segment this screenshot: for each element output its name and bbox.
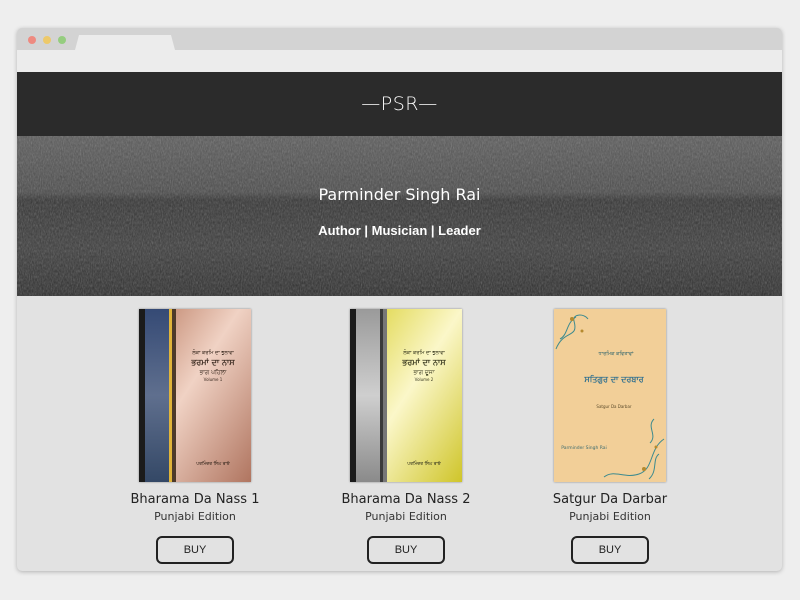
svg-text:ਧਾਰਮਿਕ ਕਵਿਤਾਵਾਂ: ਧਾਰਮਿਕ ਕਵਿਤਾਵਾਂ bbox=[598, 350, 634, 357]
svg-text:ਭਰਮਾਂ ਦਾ ਨਾਸ: ਭਰਮਾਂ ਦਾ ਨਾਸ bbox=[401, 358, 446, 367]
book-grid: ਲੋਕਾ ਕਰਮਿ ਦਾ ਭੁਲਾਵਾ ਭਰਮਾਂ ਦਾ ਨਾਸ ਭਾਗ ਪਹਿ… bbox=[17, 296, 782, 571]
book-card-3: ਧਾਰਮਿਕ ਕਵਿਤਾਵਾਂ ਸਤਿਗੁਰ ਦਾ ਦਰਬਾਰ Satgur D… bbox=[510, 309, 710, 564]
buy-button[interactable]: BUY bbox=[571, 536, 649, 564]
book-card-1: ਲੋਕਾ ਕਰਮਿ ਦਾ ਭੁਲਾਵਾ ਭਰਮਾਂ ਦਾ ਨਾਸ ਭਾਗ ਪਹਿ… bbox=[95, 309, 295, 564]
book-edition: Punjabi Edition bbox=[154, 510, 236, 523]
browser-title-bar bbox=[17, 28, 782, 50]
book-edition: Punjabi Edition bbox=[569, 510, 651, 523]
maximize-window-icon[interactable] bbox=[58, 36, 66, 44]
site-header: —PSR— bbox=[17, 72, 782, 136]
buy-button[interactable]: BUY bbox=[367, 536, 445, 564]
buy-button[interactable]: BUY bbox=[156, 536, 234, 564]
book-title[interactable]: Bharama Da Nass 2 bbox=[306, 492, 506, 507]
minimize-window-icon[interactable] bbox=[43, 36, 51, 44]
site-logo[interactable]: —PSR— bbox=[361, 93, 437, 115]
svg-text:ਲੋਕਾ ਕਰਮਿ ਦਾ ਭੁਲਾਵਾ: ਲੋਕਾ ਕਰਮਿ ਦਾ ਭੁਲਾਵਾ bbox=[402, 349, 445, 356]
svg-text:Satgur Da Darbar: Satgur Da Darbar bbox=[596, 404, 632, 409]
book-card-2: ਲੋਕਾ ਕਰਮਿ ਦਾ ਭੁਲਾਵਾ ਭਰਮਾਂ ਦਾ ਨਾਸ ਭਾਗ ਦੂਜ… bbox=[306, 309, 506, 564]
svg-text:Volume 1: Volume 1 bbox=[204, 377, 223, 382]
svg-text:ਸਤਿਗੁਰ ਦਾ ਦਰਬਾਰ: ਸਤਿਗੁਰ ਦਾ ਦਰਬਾਰ bbox=[583, 374, 644, 385]
book-cover-image[interactable]: ਧਾਰਮਿਕ ਕਵਿਤਾਵਾਂ ਸਤਿਗੁਰ ਦਾ ਦਰਬਾਰ Satgur D… bbox=[554, 309, 666, 482]
svg-text:ਪਰਮਿੰਦਰ ਸਿੰਘ ਰਾਏ: ਪਰਮਿੰਦਰ ਸਿੰਘ ਰਾਏ bbox=[406, 461, 442, 467]
svg-text:ਭਰਮਾਂ ਦਾ ਨਾਸ: ਭਰਮਾਂ ਦਾ ਨਾਸ bbox=[190, 358, 235, 367]
svg-text:ਲੋਕਾ ਕਰਮਿ ਦਾ ਭੁਲਾਵਾ: ਲੋਕਾ ਕਰਮਿ ਦਾ ਭੁਲਾਵਾ bbox=[191, 349, 234, 356]
book-title[interactable]: Bharama Da Nass 1 bbox=[95, 492, 295, 507]
svg-text:ਭਾਗ ਪਹਿਲਾ: ਭਾਗ ਪਹਿਲਾ bbox=[199, 368, 227, 376]
browser-toolbar bbox=[17, 50, 782, 72]
hero-background-image bbox=[17, 136, 782, 296]
svg-text:ਪਰਮਿੰਦਰ ਸਿੰਘ ਰਾਏ: ਪਰਮਿੰਦਰ ਸਿੰਘ ਰਾਏ bbox=[195, 461, 231, 467]
browser-window: —PSR— Parminder Singh Rai Author | Music… bbox=[17, 28, 782, 571]
svg-text:ਭਾਗ ਦੂਜਾ: ਭਾਗ ਦੂਜਾ bbox=[412, 369, 434, 376]
book-cover-image[interactable]: ਲੋਕਾ ਕਰਮਿ ਦਾ ਭੁਲਾਵਾ ਭਰਮਾਂ ਦਾ ਨਾਸ ਭਾਗ ਦੂਜ… bbox=[350, 309, 462, 482]
author-tagline: Author | Musician | Leader bbox=[318, 223, 481, 238]
close-window-icon[interactable] bbox=[28, 36, 36, 44]
svg-text:Parminder Singh Rai: Parminder Singh Rai bbox=[561, 445, 607, 451]
book-cover-image[interactable]: ਲੋਕਾ ਕਰਮਿ ਦਾ ਭੁਲਾਵਾ ਭਰਮਾਂ ਦਾ ਨਾਸ ਭਾਗ ਪਹਿ… bbox=[139, 309, 251, 482]
book-title[interactable]: Satgur Da Darbar bbox=[510, 492, 710, 507]
hero-banner: Parminder Singh Rai Author | Musician | … bbox=[17, 136, 782, 296]
browser-tab[interactable] bbox=[75, 35, 175, 50]
author-name-heading: Parminder Singh Rai bbox=[318, 185, 481, 204]
book-edition: Punjabi Edition bbox=[365, 510, 447, 523]
svg-text:Volume 2: Volume 2 bbox=[415, 377, 434, 382]
